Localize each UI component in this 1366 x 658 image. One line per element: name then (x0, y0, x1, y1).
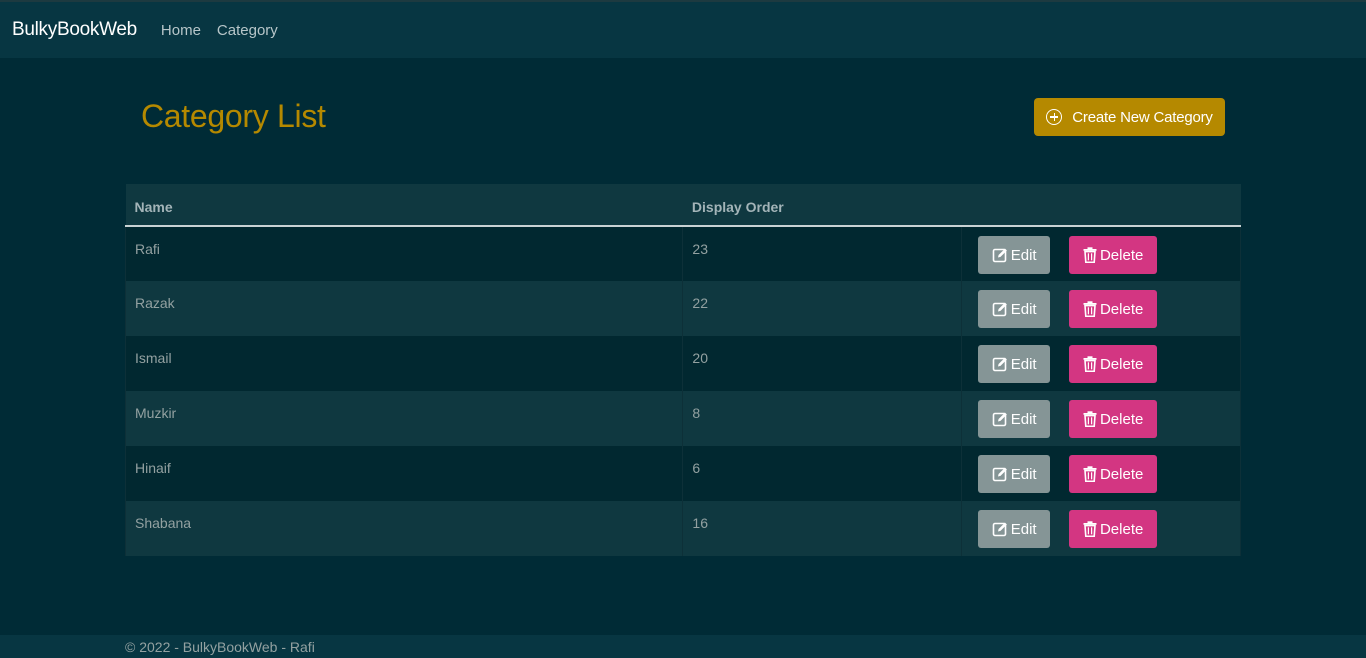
edit-icon (992, 467, 1007, 482)
page-title: Category List (141, 98, 326, 134)
cell-display-order: 6 (682, 446, 963, 501)
cell-name: Ismail (124, 336, 684, 391)
edit-label: Edit (1010, 520, 1037, 538)
table-body: Rafi 23 Edit Delete Razak 22 Edit Delete… (124, 226, 1241, 556)
brand-link[interactable]: BulkyBookWeb (12, 19, 137, 41)
delete-button[interactable]: Delete (1069, 345, 1158, 383)
edit-icon (992, 302, 1007, 317)
edit-label: Edit (1010, 465, 1037, 483)
table-row: Hinaif 6 Edit Delete (124, 446, 1241, 501)
table-row: Muzkir 8 Edit Delete (124, 391, 1241, 446)
edit-label: Edit (1010, 246, 1037, 264)
cell-actions: Edit Delete (961, 391, 1241, 446)
cell-display-order: 23 (682, 226, 963, 281)
cell-name: Razak (124, 281, 684, 336)
cell-display-order: 20 (682, 336, 963, 391)
delete-button[interactable]: Delete (1069, 455, 1158, 493)
edit-label: Edit (1010, 410, 1037, 428)
delete-label: Delete (1099, 465, 1144, 483)
cell-actions: Edit Delete (961, 336, 1241, 391)
edit-label: Edit (1010, 300, 1037, 318)
cell-display-order: 16 (682, 501, 963, 556)
navbar: BulkyBookWeb Home Category (0, 2, 1366, 58)
edit-button[interactable]: Edit (978, 345, 1051, 383)
delete-button[interactable]: Delete (1069, 290, 1158, 328)
cell-actions: Edit Delete (961, 446, 1241, 501)
trash-icon (1083, 356, 1097, 372)
cell-display-order: 22 (682, 281, 963, 336)
edit-button[interactable]: Edit (978, 455, 1051, 493)
table-row: Razak 22 Edit Delete (124, 281, 1241, 336)
trash-icon (1083, 301, 1097, 317)
delete-label: Delete (1099, 520, 1144, 538)
table-header-row: Name Display Order (125, 184, 1241, 227)
column-header-actions (961, 184, 1241, 227)
column-header-display-order: Display Order (682, 184, 962, 227)
category-table: Name Display Order Rafi 23 Edit Delete R… (124, 184, 1241, 556)
edit-icon (992, 248, 1007, 263)
trash-icon (1083, 247, 1097, 263)
edit-icon (992, 412, 1007, 427)
edit-button[interactable]: Edit (978, 400, 1051, 438)
trash-icon (1083, 466, 1097, 482)
create-category-label: Create New Category (1072, 108, 1213, 126)
nav-link-category[interactable]: Category (217, 22, 278, 39)
table-row: Ismail 20 Edit Delete (124, 336, 1241, 391)
table-row: Rafi 23 Edit Delete (124, 226, 1241, 281)
plus-circle-icon (1046, 109, 1063, 125)
edit-icon (992, 357, 1007, 372)
delete-button[interactable]: Delete (1069, 400, 1158, 438)
trash-icon (1083, 411, 1097, 427)
delete-label: Delete (1099, 355, 1144, 373)
cell-display-order: 8 (682, 391, 963, 446)
nav-link-home[interactable]: Home (161, 22, 201, 39)
edit-button[interactable]: Edit (978, 290, 1051, 328)
table-row: Shabana 16 Edit Delete (124, 501, 1241, 556)
create-category-button[interactable]: Create New Category (1034, 98, 1225, 136)
cell-name: Shabana (124, 501, 684, 556)
edit-icon (992, 522, 1007, 537)
trash-icon (1083, 521, 1097, 537)
edit-button[interactable]: Edit (978, 510, 1051, 548)
delete-button[interactable]: Delete (1069, 510, 1158, 548)
edit-button[interactable]: Edit (978, 236, 1051, 274)
cell-name: Rafi (124, 226, 684, 281)
delete-label: Delete (1099, 246, 1144, 264)
cell-actions: Edit Delete (961, 501, 1241, 556)
column-header-name: Name (125, 184, 683, 227)
footer: © 2022 - BulkyBookWeb - Rafi (0, 635, 1366, 658)
cell-actions: Edit Delete (961, 281, 1241, 336)
delete-button[interactable]: Delete (1069, 236, 1158, 274)
delete-label: Delete (1099, 300, 1144, 318)
cell-name: Muzkir (124, 391, 684, 446)
edit-label: Edit (1010, 355, 1037, 373)
cell-name: Hinaif (124, 446, 684, 501)
delete-label: Delete (1099, 410, 1144, 428)
cell-actions: Edit Delete (961, 226, 1241, 281)
footer-text: © 2022 - BulkyBookWeb - Rafi (125, 639, 315, 655)
